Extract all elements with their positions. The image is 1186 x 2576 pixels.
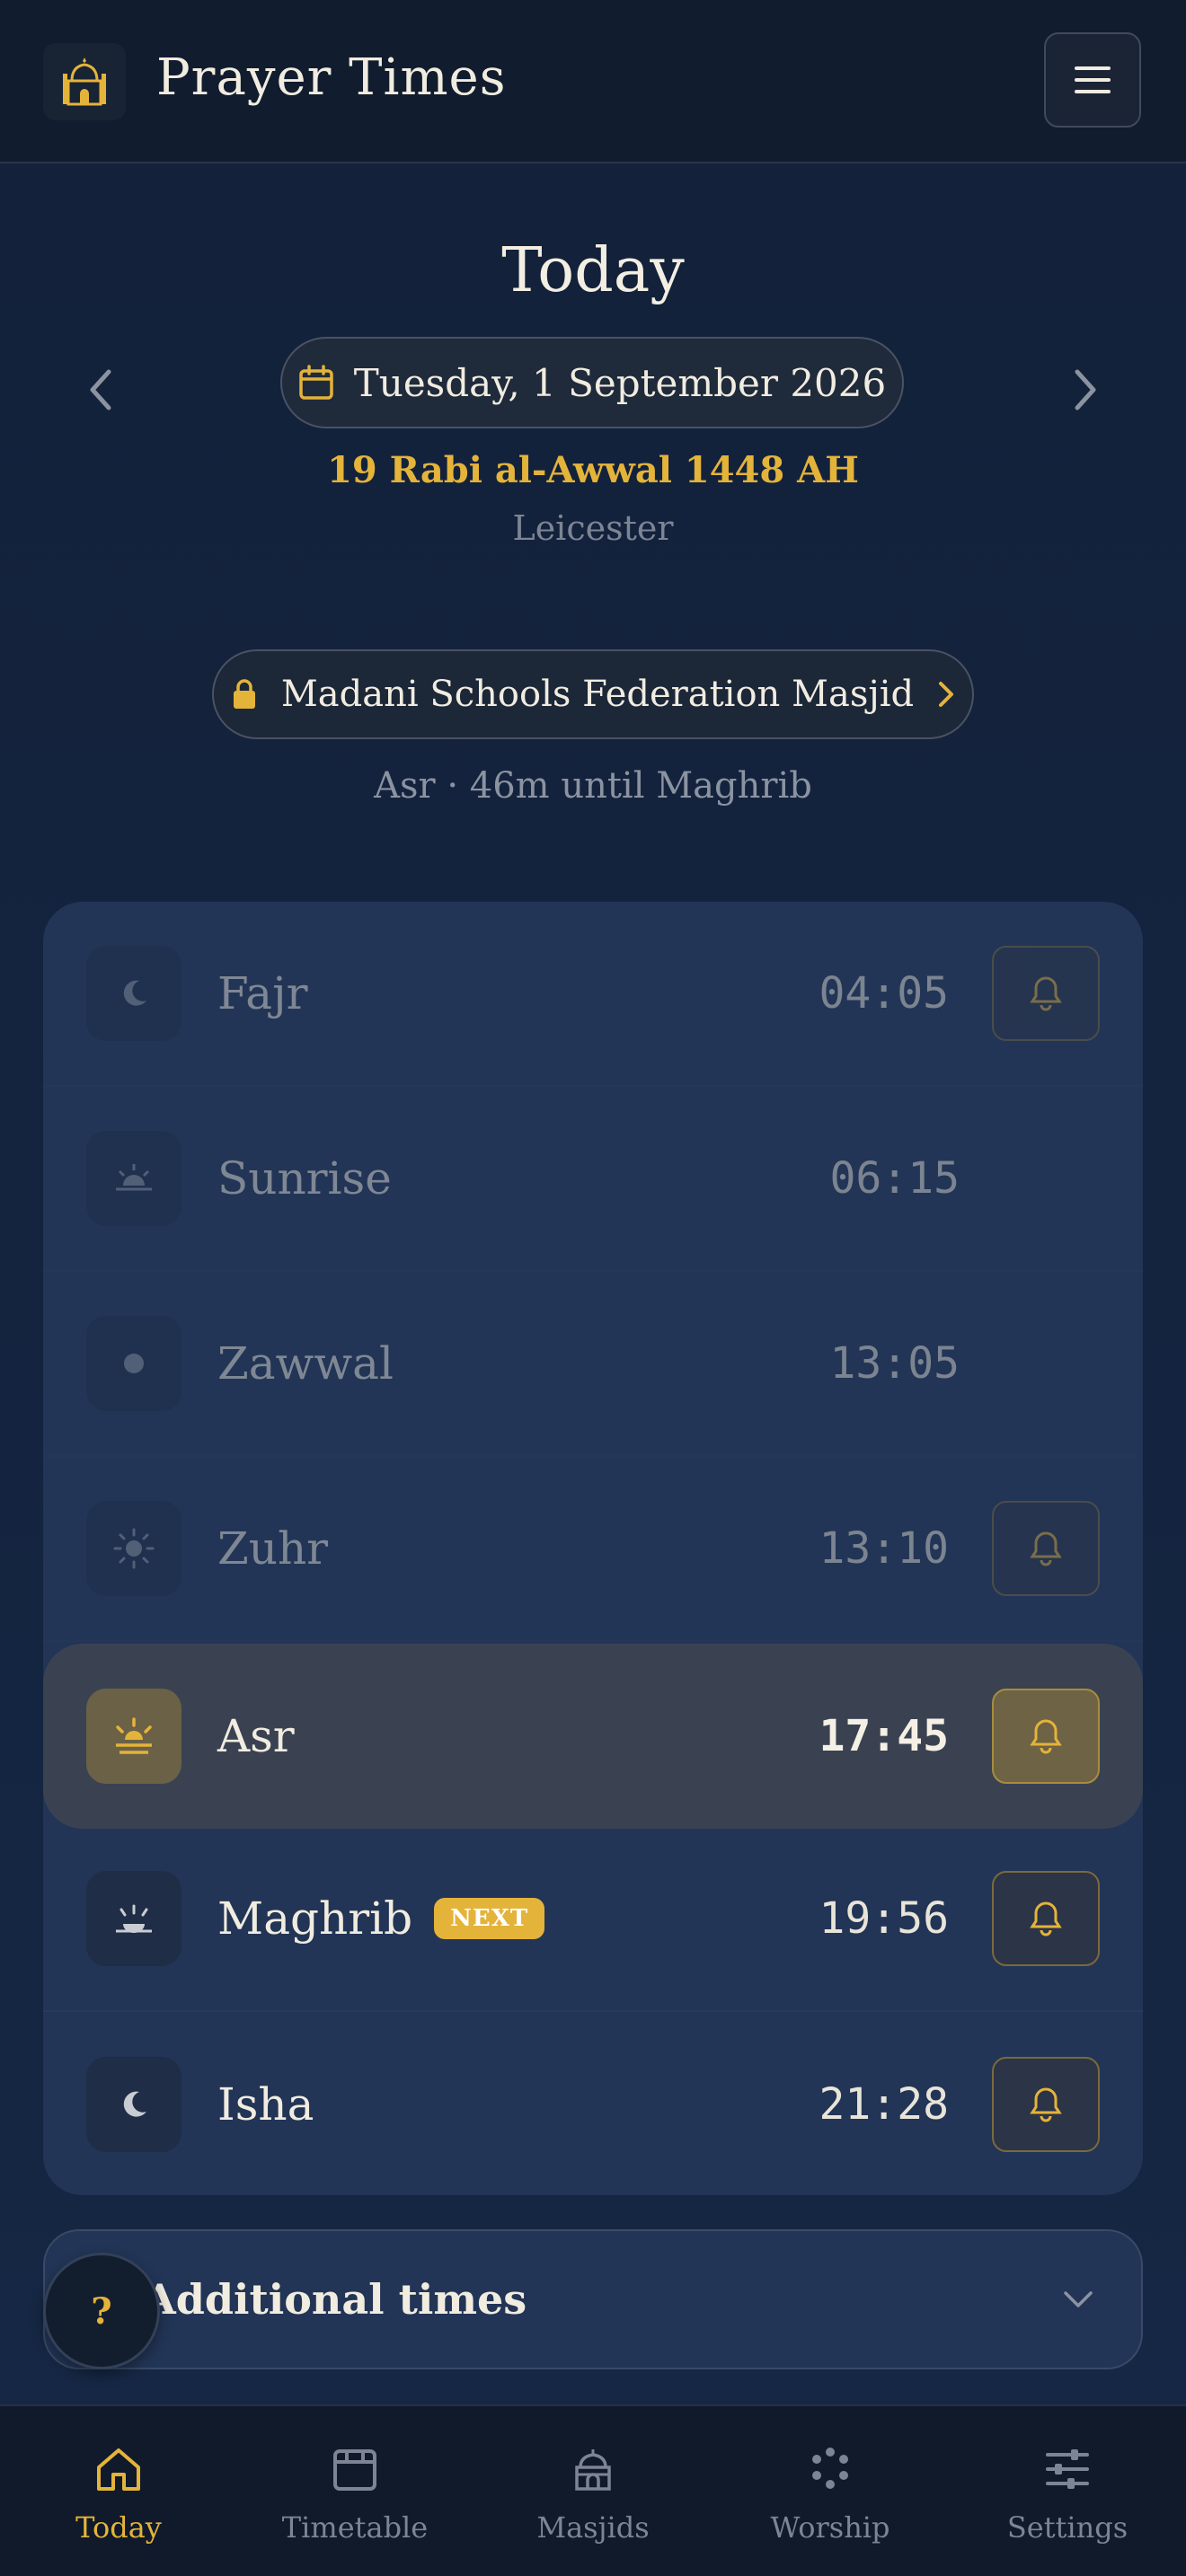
gregorian-date: Tuesday, 1 September 2026: [353, 360, 887, 405]
home-icon: [20, 2442, 217, 2496]
additional-times-toggle[interactable]: Additional times: [43, 2229, 1143, 2369]
hamburger-menu-icon: [1075, 66, 1111, 93]
sunrise-icon: [86, 1131, 181, 1226]
city-label: Leicester: [512, 508, 674, 548]
chevron-left-icon: [90, 369, 111, 410]
prayer-row-maghrib: Maghrib NEXT 19:56: [43, 1827, 1143, 2012]
prayer-name: Maghrib NEXT: [217, 1892, 545, 1945]
prayer-row-zuhr: Zuhr 13:10: [43, 1457, 1143, 1642]
prayer-row-sunrise: Sunrise 06:15: [43, 1087, 1143, 1272]
prayer-time: 06:15: [829, 1153, 960, 1204]
chevron-right-icon: [1075, 369, 1096, 410]
chevron-down-icon: [1064, 2291, 1093, 2307]
prayer-time: 13:05: [829, 1338, 960, 1389]
calendar-icon: [299, 365, 333, 400]
notification-toggle-isha[interactable]: [992, 2057, 1100, 2152]
prayer-times-card: Fajr 04:05 Sunrise 06:15 Zawwal 13:05 Zu…: [43, 902, 1143, 2195]
nav-timetable[interactable]: Timetable: [256, 2442, 454, 2545]
bell-icon: [1030, 1531, 1062, 1566]
nav-label: Today: [75, 2510, 162, 2545]
prayer-name: Zuhr: [217, 1522, 329, 1575]
mosque-icon: [43, 43, 126, 120]
nav-label: Timetable: [281, 2510, 429, 2545]
help-label: ?: [91, 2289, 112, 2333]
dot-icon: [86, 1316, 181, 1411]
nav-settings[interactable]: Settings: [969, 2442, 1166, 2545]
crescent-moon-icon: [86, 2057, 181, 2152]
bottom-navigation: Today Timetable Masjids Worship Settings: [0, 2404, 1186, 2576]
prayer-name: Sunrise: [217, 1152, 392, 1204]
prayer-row-fajr: Fajr 04:05: [43, 902, 1143, 1087]
nav-worship[interactable]: Worship: [731, 2442, 929, 2545]
countdown-text: Asr · 46m until Maghrib: [374, 765, 812, 807]
prayer-name: Zawwal: [217, 1337, 394, 1389]
masjid-name: Madani Schools Federation Masjid: [280, 674, 915, 715]
masjid-selector-button[interactable]: Madani Schools Federation Masjid: [212, 649, 974, 739]
page-title: Today: [501, 235, 685, 306]
notification-toggle-fajr[interactable]: [992, 946, 1100, 1041]
prayer-row-isha: Isha 21:28: [43, 2012, 1143, 2195]
nav-label: Worship: [770, 2510, 890, 2545]
prayer-time: 21:28: [819, 2079, 950, 2130]
chevron-right-icon: [939, 682, 954, 707]
prayer-row-zawwal: Zawwal 13:05: [43, 1272, 1143, 1457]
bell-icon: [1030, 976, 1062, 1011]
crescent-moon-icon: [86, 946, 181, 1041]
nav-masjids[interactable]: Masjids: [494, 2442, 692, 2545]
notification-toggle-maghrib[interactable]: [992, 1871, 1100, 1966]
prayer-time: 04:05: [819, 968, 950, 1019]
prayer-name: Isha: [217, 2078, 314, 2130]
sun-icon: [86, 1501, 181, 1596]
sunset-icon: [86, 1871, 181, 1966]
menu-button[interactable]: [1044, 32, 1141, 128]
prayer-time: 13:10: [819, 1523, 950, 1574]
bell-icon: [1030, 1719, 1062, 1754]
additional-times-label: Additional times: [144, 2275, 527, 2324]
calendar-icon: [256, 2442, 454, 2496]
lock-icon: [233, 679, 255, 709]
prayer-row-asr: Asr 17:45: [43, 1644, 1143, 1829]
bell-icon: [1030, 2087, 1062, 2122]
next-badge: NEXT: [434, 1898, 545, 1939]
prayer-name: Asr: [217, 1710, 295, 1762]
nav-label: Settings: [1006, 2510, 1128, 2545]
previous-day-button[interactable]: [74, 363, 128, 417]
app-title: Prayer Times: [156, 49, 507, 107]
prayer-name: Fajr: [217, 967, 308, 1019]
next-day-button[interactable]: [1058, 363, 1112, 417]
hijri-date: 19 Rabi al-Awwal 1448 AH: [327, 449, 859, 491]
prayer-time: 19:56: [819, 1893, 950, 1944]
help-button[interactable]: ?: [43, 2253, 160, 2369]
app-header: Prayer Times: [0, 0, 1186, 163]
sliders-icon: [969, 2442, 1166, 2496]
date-picker-button[interactable]: Tuesday, 1 September 2026: [280, 337, 904, 428]
prayer-time: 17:45: [819, 1711, 950, 1761]
notification-toggle-asr[interactable]: [992, 1689, 1100, 1784]
notification-toggle-zuhr[interactable]: [992, 1501, 1100, 1596]
nav-label: Masjids: [536, 2510, 650, 2545]
mosque-icon: [494, 2442, 692, 2496]
afternoon-sun-icon: [86, 1689, 181, 1784]
nav-today[interactable]: Today: [20, 2442, 217, 2545]
bell-icon: [1030, 1901, 1062, 1936]
beads-icon: [731, 2442, 929, 2496]
